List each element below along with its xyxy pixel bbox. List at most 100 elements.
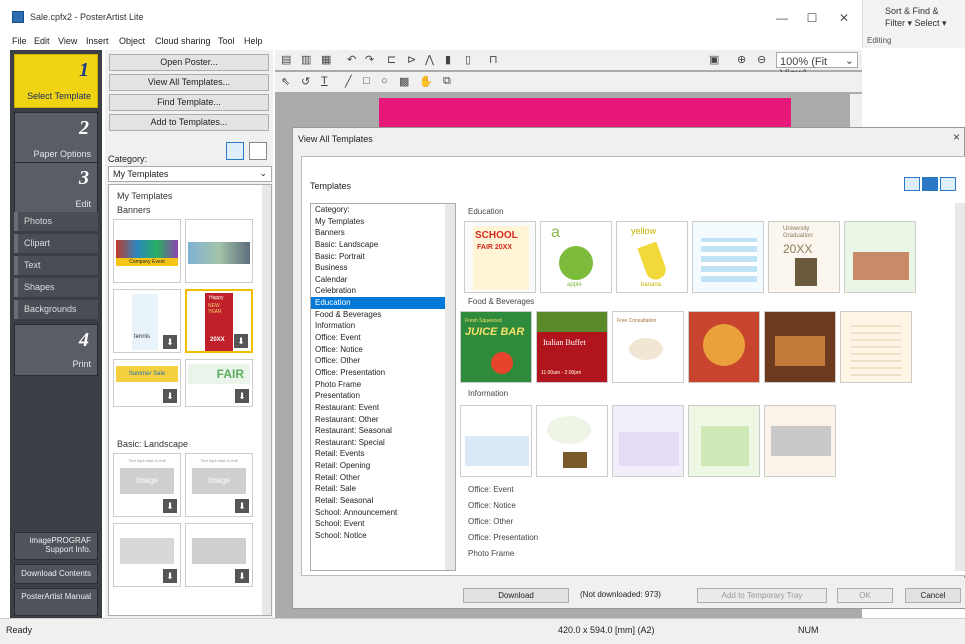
- cancel-button[interactable]: Cancel: [905, 588, 961, 603]
- template-info-5[interactable]: [764, 405, 836, 477]
- save-icon[interactable]: ▥: [301, 53, 311, 66]
- step-select-template[interactable]: 1 Select Template: [14, 54, 98, 108]
- large-thumbnail-view-icon[interactable]: [940, 177, 956, 191]
- edit-item-backgrounds[interactable]: Backgrounds: [14, 300, 98, 319]
- template-apple[interactable]: a apple: [540, 221, 612, 293]
- template-icon[interactable]: ▤: [281, 53, 291, 66]
- menu-edit[interactable]: Edit: [34, 36, 50, 46]
- category-item[interactable]: School: Notice: [311, 530, 455, 542]
- find-template-button[interactable]: Find Template...: [109, 94, 269, 111]
- category-item[interactable]: Calendar: [311, 274, 455, 286]
- category-item[interactable]: Retail: Opening: [311, 460, 455, 472]
- category-item[interactable]: Business: [311, 262, 455, 274]
- download-icon[interactable]: ⬇: [234, 334, 248, 348]
- category-item-selected[interactable]: Education: [311, 297, 455, 309]
- template-children[interactable]: [844, 221, 916, 293]
- lock-icon[interactable]: ⊓: [489, 53, 498, 66]
- object-tool-icon[interactable]: ⧉: [443, 75, 451, 88]
- template-info-4[interactable]: [688, 405, 760, 477]
- minimize-button[interactable]: —: [772, 8, 792, 28]
- menu-file[interactable]: File: [12, 36, 27, 46]
- pointer-icon[interactable]: ⇖: [281, 75, 290, 88]
- template-pizza[interactable]: [688, 311, 760, 383]
- category-item[interactable]: Information: [311, 320, 455, 332]
- template-info-1[interactable]: [460, 405, 532, 477]
- category-item[interactable]: Restaurant: Special: [311, 437, 455, 449]
- text-tool-icon[interactable]: T: [321, 75, 328, 87]
- template-info-2[interactable]: [536, 405, 608, 477]
- edit-item-shapes[interactable]: Shapes: [14, 278, 98, 297]
- scrollbar[interactable]: [262, 185, 271, 615]
- template-thumb-new-year[interactable]: Happy NEW YEAR 20XX ⬇: [185, 289, 253, 353]
- manual-button[interactable]: PosterArtist Manual: [14, 588, 98, 616]
- menu-help[interactable]: Help: [244, 36, 263, 46]
- category-item[interactable]: Office: Notice: [311, 344, 455, 356]
- menu-tool[interactable]: Tool: [218, 36, 235, 46]
- edit-item-text[interactable]: Text: [14, 256, 98, 275]
- open-poster-button[interactable]: Open Poster...: [109, 54, 269, 71]
- arrange-front-icon[interactable]: ▮: [445, 53, 451, 66]
- add-to-templates-button[interactable]: Add to Templates...: [109, 114, 269, 131]
- add-to-temporary-tray-button[interactable]: Add to Temporary Tray: [697, 588, 827, 603]
- category-item[interactable]: Retail: Events: [311, 448, 455, 460]
- ok-button[interactable]: OK: [837, 588, 893, 603]
- template-thumb-summer[interactable]: Summer Sale ⬇: [113, 359, 181, 407]
- download-icon[interactable]: ⬇: [163, 499, 177, 513]
- undo-icon[interactable]: ↶: [347, 53, 356, 66]
- category-item[interactable]: Retail: Other: [311, 472, 455, 484]
- flip-icon[interactable]: ⋀: [425, 53, 434, 66]
- close-button[interactable]: ✕: [834, 8, 854, 28]
- support-info-button[interactable]: imagePROGRAF Support Info.: [14, 532, 98, 560]
- download-icon[interactable]: ⬇: [163, 569, 177, 583]
- small-thumbnail-view-icon[interactable]: [249, 142, 267, 160]
- category-item[interactable]: Basic: Landscape: [311, 239, 455, 251]
- template-thumb-banner-1[interactable]: Company Event: [113, 219, 181, 283]
- download-contents-button[interactable]: Download Contents: [14, 564, 98, 584]
- template-gallery[interactable]: Education SCHOOL FAIR 20XX a apple yello…: [460, 203, 965, 571]
- template-class-timetable[interactable]: [692, 221, 764, 293]
- template-banana[interactable]: yellow banana: [616, 221, 688, 293]
- view-all-templates-button[interactable]: View All Templates...: [109, 74, 269, 91]
- category-item[interactable]: Photo Frame: [311, 379, 455, 391]
- download-button[interactable]: Download: [463, 588, 569, 603]
- align-left-icon[interactable]: ⊏: [387, 53, 396, 66]
- template-thumb-placeholder-1[interactable]: Text right click to edit Image ⬇: [113, 453, 181, 517]
- category-select[interactable]: My Templates ⌄: [108, 166, 272, 182]
- download-icon[interactable]: ⬇: [235, 569, 249, 583]
- category-list[interactable]: Category: My Templates Banners Basic: La…: [310, 203, 456, 571]
- open-icon[interactable]: ▦: [321, 53, 331, 66]
- edit-item-clipart[interactable]: Clipart: [14, 234, 98, 253]
- zoom-in-icon[interactable]: ⊕: [737, 53, 746, 66]
- category-item[interactable]: Office: Presentation: [311, 367, 455, 379]
- large-thumbnail-view-icon[interactable]: [226, 142, 244, 160]
- redo-icon[interactable]: ↷: [365, 53, 374, 66]
- template-bakery[interactable]: [764, 311, 836, 383]
- template-italian-buffet[interactable]: Italian Buffet 11:00am - 2:00pm: [536, 311, 608, 383]
- menu-insert[interactable]: Insert: [86, 36, 109, 46]
- download-icon[interactable]: ⬇: [235, 499, 249, 513]
- scrollbar[interactable]: [445, 204, 455, 570]
- zoom-select[interactable]: 100% (Fit View) ⌄: [776, 52, 858, 80]
- template-thumb-placeholder-3[interactable]: ⬇: [113, 523, 181, 587]
- category-item[interactable]: Retail: Seasonal: [311, 495, 455, 507]
- preview-icon[interactable]: ▣: [709, 53, 719, 66]
- dialog-close-icon[interactable]: ×: [953, 130, 960, 144]
- arrange-back-icon[interactable]: ▯: [465, 53, 471, 66]
- hand-tool-icon[interactable]: ✋: [419, 75, 433, 88]
- line-tool-icon[interactable]: ╱: [345, 75, 352, 88]
- template-info-3[interactable]: [612, 405, 684, 477]
- template-thumb-placeholder-4[interactable]: ⬇: [185, 523, 253, 587]
- align-center-icon[interactable]: ⊳: [407, 53, 416, 66]
- category-item[interactable]: Presentation: [311, 390, 455, 402]
- template-thumb-placeholder-2[interactable]: Text right click to edit Image ⬇: [185, 453, 253, 517]
- maximize-button[interactable]: ☐: [802, 8, 822, 28]
- category-item[interactable]: Office: Event: [311, 332, 455, 344]
- list-view-icon[interactable]: [904, 177, 920, 191]
- category-item[interactable]: My Templates: [311, 216, 455, 228]
- template-thumbnail-list[interactable]: My Templates Banners Company Event tenni…: [108, 184, 272, 616]
- step-edit[interactable]: 3 Edit: [14, 162, 98, 216]
- menu-view[interactable]: View: [58, 36, 77, 46]
- category-item[interactable]: Retail: Sale: [311, 483, 455, 495]
- category-item[interactable]: Basic: Portrait: [311, 251, 455, 263]
- sort-find-label[interactable]: Sort & Find &: [885, 6, 939, 16]
